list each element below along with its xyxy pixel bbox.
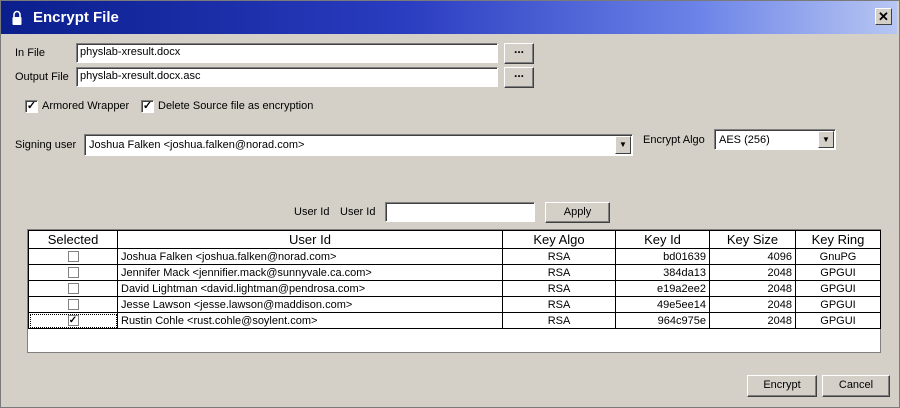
cell-key-id: e19a2ee2 [615, 280, 710, 297]
cell-key-id: 964c975e [615, 312, 710, 329]
cell-user-id: Jennifer Mack <jennifier.mack@sunnyvale.… [117, 264, 503, 281]
lock-icon [12, 10, 22, 25]
cell-key-size: 2048 [709, 312, 796, 329]
row-select-checkbox[interactable] [67, 251, 79, 263]
user-id-filter-label: User Id [294, 206, 330, 218]
header-key-ring[interactable]: Key Ring [795, 230, 881, 249]
in-file-browse-button[interactable]: ... [504, 43, 534, 64]
table-row[interactable]: David Lightman <david.lightman@pendrosa.… [28, 280, 881, 297]
encrypt-algo-select[interactable]: AES (256) ▼ [714, 129, 836, 150]
keys-table: Selected User Id Key Algo Key Id Key Siz… [27, 229, 881, 353]
delete-source-label: Delete Source file as encryption [158, 100, 314, 112]
signing-user-value: Joshua Falken <joshua.falken@norad.com> [89, 139, 305, 151]
cell-key-algo: RSA [502, 248, 616, 265]
table-row[interactable]: ✓ Rustin Cohle <rust.cohle@soylent.com> … [28, 312, 881, 329]
cell-key-ring: GPGUI [795, 280, 881, 297]
in-file-label: In File [15, 47, 45, 59]
signing-user-label: Signing user [15, 139, 77, 151]
encrypt-button[interactable]: Encrypt [747, 375, 817, 397]
cell-key-id: 384da13 [615, 264, 710, 281]
cancel-button[interactable]: Cancel [822, 375, 890, 397]
encrypt-algo-value: AES (256) [719, 134, 770, 146]
output-file-input[interactable]: physlab-xresult.docx.asc [76, 67, 498, 87]
user-id-filter-input[interactable] [385, 202, 535, 222]
cell-key-algo: RSA [502, 296, 616, 313]
cell-key-algo: RSA [502, 312, 616, 329]
cell-key-size: 2048 [709, 264, 796, 281]
table-header-row: Selected User Id Key Algo Key Id Key Siz… [28, 230, 881, 249]
close-button[interactable]: ✕ [875, 8, 892, 25]
title-bar: Encrypt File [1, 1, 897, 34]
cell-key-id: 49e5ee14 [615, 296, 710, 313]
row-select-checkbox[interactable]: ✓ [67, 315, 79, 327]
signing-user-select[interactable]: Joshua Falken <joshua.falken@norad.com> … [84, 134, 633, 156]
chevron-down-icon[interactable]: ▼ [818, 131, 834, 148]
header-key-algo[interactable]: Key Algo [502, 230, 616, 249]
table-row[interactable]: Joshua Falken <joshua.falken@norad.com> … [28, 248, 881, 265]
header-selected[interactable]: Selected [28, 230, 118, 249]
table-row[interactable]: Jennifer Mack <jennifier.mack@sunnyvale.… [28, 264, 881, 281]
cell-key-algo: RSA [502, 280, 616, 297]
delete-source-checkbox[interactable]: ✓ [141, 100, 154, 113]
cell-key-id: bd01639 [615, 248, 710, 265]
cell-key-ring: GPGUI [795, 312, 881, 329]
cell-key-ring: GPGUI [795, 264, 881, 281]
cell-key-size: 2048 [709, 280, 796, 297]
row-select-checkbox[interactable] [67, 299, 79, 311]
user-id-field-label: User Id [340, 206, 376, 218]
row-select-checkbox[interactable] [67, 283, 79, 295]
apply-button[interactable]: Apply [545, 202, 610, 223]
cell-user-id: Joshua Falken <joshua.falken@norad.com> [117, 248, 503, 265]
encrypt-algo-label: Encrypt Algo [643, 134, 705, 146]
header-user-id[interactable]: User Id [117, 230, 503, 249]
cell-key-ring: GPGUI [795, 296, 881, 313]
cell-user-id: Rustin Cohle <rust.cohle@soylent.com> [117, 312, 503, 329]
header-key-id[interactable]: Key Id [615, 230, 710, 249]
cell-key-size: 4096 [709, 248, 796, 265]
cell-key-algo: RSA [502, 264, 616, 281]
header-key-size[interactable]: Key Size [709, 230, 796, 249]
cell-user-id: Jesse Lawson <jesse.lawson@maddison.com> [117, 296, 503, 313]
cell-key-ring: GnuPG [795, 248, 881, 265]
armored-wrapper-checkbox[interactable]: ✓ [25, 100, 38, 113]
output-file-browse-button[interactable]: ... [504, 67, 534, 88]
cell-user-id: David Lightman <david.lightman@pendrosa.… [117, 280, 503, 297]
cell-key-size: 2048 [709, 296, 796, 313]
row-select-checkbox[interactable] [67, 267, 79, 279]
table-row[interactable]: Jesse Lawson <jesse.lawson@maddison.com>… [28, 296, 881, 313]
armored-wrapper-label: Armored Wrapper [42, 100, 130, 112]
in-file-input[interactable]: physlab-xresult.docx [76, 43, 498, 63]
window-title: Encrypt File [33, 9, 119, 26]
chevron-down-icon[interactable]: ▼ [615, 136, 631, 154]
output-file-label: Output File [15, 71, 69, 83]
